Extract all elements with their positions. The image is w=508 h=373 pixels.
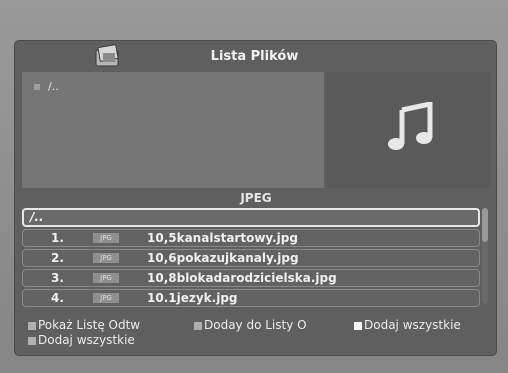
- color-key-icon: [28, 321, 36, 330]
- footer-hint-add-to-playlist[interactable]: Doday do Listy O: [194, 318, 307, 332]
- screen: Lista Plików /.. JPEG /.. 1. JPG 10,5kan…: [0, 0, 508, 373]
- current-path: /..: [34, 80, 59, 93]
- color-key-icon: [28, 336, 36, 345]
- list-item[interactable]: 3. JPG 10,8blokadarodzicielska.jpg: [22, 269, 480, 287]
- list-item[interactable]: 4. JPG 10.1jezyk.jpg: [22, 289, 480, 307]
- footer-hint-show-playlist[interactable]: Pokaż Listę Odtw: [28, 318, 140, 332]
- thumbnail-area: [326, 72, 490, 188]
- file-list: /.. 1. JPG 10,5kanalstartowy.jpg 2. JPG …: [22, 208, 480, 309]
- jpg-badge-icon: JPG: [93, 273, 119, 283]
- footer-hint-label: Pokaż Listę Odtw: [38, 318, 141, 332]
- jpg-badge-icon: JPG: [93, 253, 119, 263]
- jpg-badge-icon: JPG: [93, 293, 119, 303]
- item-index: 2.: [51, 251, 64, 265]
- preview-area: [22, 72, 324, 188]
- item-filename: 10,5kanalstartowy.jpg: [147, 231, 298, 245]
- item-filename: 10,8blokadarodzicielska.jpg: [147, 271, 337, 285]
- footer-hint-label: Doday do Listy O: [204, 318, 307, 332]
- item-index: 3.: [51, 271, 64, 285]
- parent-folder-label: /..: [30, 210, 44, 224]
- item-index: 4.: [51, 291, 64, 305]
- music-note-icon: [388, 102, 433, 150]
- color-key-icon: [194, 321, 202, 330]
- window-title: Lista Plików: [210, 49, 299, 64]
- list-item-parent[interactable]: /..: [22, 208, 480, 227]
- footer-hint-add-all[interactable]: Dodaj wszystkie: [354, 318, 461, 332]
- file-type-label: JPEG: [240, 191, 272, 205]
- scrollbar[interactable]: [482, 208, 488, 304]
- list-item[interactable]: 1. JPG 10,5kanalstartowy.jpg: [22, 229, 480, 247]
- path-bullet-icon: [34, 84, 40, 90]
- item-filename: 10,6pokazujkanaly.jpg: [147, 251, 299, 265]
- color-key-icon: [354, 321, 362, 330]
- footer-hint-add-all-2[interactable]: Dodaj wszystkie: [28, 333, 135, 347]
- title-bar: Lista Plików: [14, 44, 495, 70]
- item-index: 1.: [51, 231, 64, 245]
- list-item[interactable]: 2. JPG 10,6pokazujkanaly.jpg: [22, 249, 480, 267]
- jpg-badge-icon: JPG: [93, 233, 119, 243]
- item-filename: 10.1jezyk.jpg: [147, 291, 238, 305]
- scrollbar-thumb[interactable]: [482, 208, 488, 242]
- path-label: /..: [48, 80, 59, 93]
- footer-hint-label: Dodaj wszystkie: [38, 333, 135, 347]
- footer-hint-label: Dodaj wszystkie: [364, 318, 461, 332]
